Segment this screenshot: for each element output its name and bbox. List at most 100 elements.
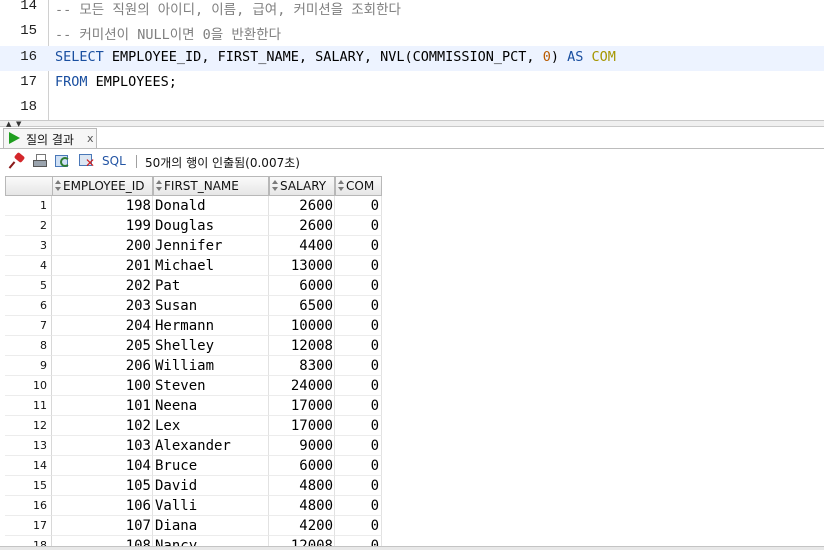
cell-com[interactable]: 0 [335,396,382,416]
cell-first-name[interactable]: Donald [153,196,269,216]
cell-salary[interactable]: 8300 [269,356,335,376]
table-row[interactable]: 11 101 Neena 17000 0 [5,396,382,416]
cell-com[interactable]: 0 [335,416,382,436]
table-row[interactable]: 13 103 Alexander 9000 0 [5,436,382,456]
cell-salary[interactable]: 17000 [269,416,335,436]
cell-com[interactable]: 0 [335,476,382,496]
cell-com[interactable]: 0 [335,436,382,456]
cell-salary[interactable]: 4800 [269,476,335,496]
cell-employee-id[interactable]: 200 [52,236,153,256]
cell-employee-id[interactable]: 202 [52,276,153,296]
cell-first-name[interactable]: Shelley [153,336,269,356]
code-line-18[interactable]: 18 [0,96,824,120]
cell-first-name[interactable]: Valli [153,496,269,516]
sort-icon[interactable] [55,180,61,192]
cell-first-name[interactable]: Diana [153,516,269,536]
cell-employee-id[interactable]: 205 [52,336,153,356]
cell-com[interactable]: 0 [335,356,382,376]
clear-results-icon[interactable]: ✕ [79,153,95,169]
sort-icon[interactable] [156,180,162,192]
cell-employee-id[interactable]: 199 [52,216,153,236]
cell-salary[interactable]: 10000 [269,316,335,336]
table-row[interactable]: 14 104 Bruce 6000 0 [5,456,382,476]
cell-employee-id[interactable]: 206 [52,356,153,376]
table-row[interactable]: 4 201 Michael 13000 0 [5,256,382,276]
cell-salary[interactable]: 17000 [269,396,335,416]
cell-com[interactable]: 0 [335,316,382,336]
sort-icon[interactable] [272,180,278,192]
cell-first-name[interactable]: Susan [153,296,269,316]
cell-salary[interactable]: 4800 [269,496,335,516]
panel-splitter[interactable]: ▲ ▼ [0,120,824,128]
cell-com[interactable]: 0 [335,516,382,536]
cell-salary[interactable]: 6000 [269,456,335,476]
cell-salary[interactable]: 4200 [269,516,335,536]
cell-com[interactable]: 0 [335,236,382,256]
cell-salary[interactable]: 6000 [269,276,335,296]
table-row[interactable]: 16 106 Valli 4800 0 [5,496,382,516]
cell-employee-id[interactable]: 198 [52,196,153,216]
cell-employee-id[interactable]: 204 [52,316,153,336]
cell-first-name[interactable]: Steven [153,376,269,396]
print-icon[interactable] [32,153,48,169]
sql-button[interactable]: SQL [102,154,126,168]
result-grid[interactable]: EMPLOYEE_ID FIRST_NAME SALARY COM 1 198 Do… [0,175,824,550]
cell-first-name[interactable]: Michael [153,256,269,276]
table-row[interactable]: 1 198 Donald 2600 0 [5,196,382,216]
cell-employee-id[interactable]: 203 [52,296,153,316]
code-line-15[interactable]: 15 -- 커미션이 NULL이면 0을 반환한다 [0,20,824,45]
table-row[interactable]: 9 206 William 8300 0 [5,356,382,376]
cell-employee-id[interactable]: 102 [52,416,153,436]
column-header-com[interactable]: COM [335,176,382,196]
cell-employee-id[interactable]: 101 [52,396,153,416]
code-line-16[interactable]: 16 SELECT EMPLOYEE_ID, FIRST_NAME, SALAR… [0,46,824,71]
table-row[interactable]: 5 202 Pat 6000 0 [5,276,382,296]
refresh-icon[interactable] [55,153,71,169]
cell-com[interactable]: 0 [335,496,382,516]
column-header-employee-id[interactable]: EMPLOYEE_ID [52,176,153,196]
column-header-salary[interactable]: SALARY [269,176,335,196]
cell-com[interactable]: 0 [335,376,382,396]
table-row[interactable]: 8 205 Shelley 12008 0 [5,336,382,356]
cell-salary[interactable]: 6500 [269,296,335,316]
cell-salary[interactable]: 2600 [269,216,335,236]
cell-salary[interactable]: 4400 [269,236,335,256]
cell-first-name[interactable]: Lex [153,416,269,436]
cell-first-name[interactable]: Jennifer [153,236,269,256]
table-row[interactable]: 3 200 Jennifer 4400 0 [5,236,382,256]
table-row[interactable]: 2 199 Douglas 2600 0 [5,216,382,236]
cell-salary[interactable]: 24000 [269,376,335,396]
table-row[interactable]: 7 204 Hermann 10000 0 [5,316,382,336]
column-header-first-name[interactable]: FIRST_NAME [153,176,269,196]
cell-employee-id[interactable]: 107 [52,516,153,536]
cell-first-name[interactable]: Pat [153,276,269,296]
cell-com[interactable]: 0 [335,296,382,316]
cell-first-name[interactable]: David [153,476,269,496]
cell-com[interactable]: 0 [335,216,382,236]
cell-employee-id[interactable]: 106 [52,496,153,516]
table-row[interactable]: 10 100 Steven 24000 0 [5,376,382,396]
code-line-14[interactable]: 14 -- 모든 직원의 아이디, 이름, 급여, 커미션을 조회한다 [0,0,824,20]
cell-com[interactable]: 0 [335,196,382,216]
sql-editor[interactable]: 14 -- 모든 직원의 아이디, 이름, 급여, 커미션을 조회한다 15 -… [0,0,824,120]
cell-employee-id[interactable]: 105 [52,476,153,496]
table-row[interactable]: 17 107 Diana 4200 0 [5,516,382,536]
cell-employee-id[interactable]: 103 [52,436,153,456]
cell-com[interactable]: 0 [335,336,382,356]
cell-first-name[interactable]: Douglas [153,216,269,236]
cell-first-name[interactable]: William [153,356,269,376]
cell-com[interactable]: 0 [335,256,382,276]
cell-salary[interactable]: 13000 [269,256,335,276]
sort-icon[interactable] [338,180,344,192]
cell-first-name[interactable]: Bruce [153,456,269,476]
tab-query-result[interactable]: 질의 결과 x [3,128,97,148]
cell-salary[interactable]: 12008 [269,336,335,356]
cell-com[interactable]: 0 [335,456,382,476]
table-row[interactable]: 15 105 David 4800 0 [5,476,382,496]
cell-salary[interactable]: 2600 [269,196,335,216]
cell-com[interactable]: 0 [335,276,382,296]
cell-first-name[interactable]: Hermann [153,316,269,336]
pin-icon[interactable] [8,151,26,169]
cell-employee-id[interactable]: 201 [52,256,153,276]
code-line-17[interactable]: 17 FROM EMPLOYEES; [0,71,824,96]
